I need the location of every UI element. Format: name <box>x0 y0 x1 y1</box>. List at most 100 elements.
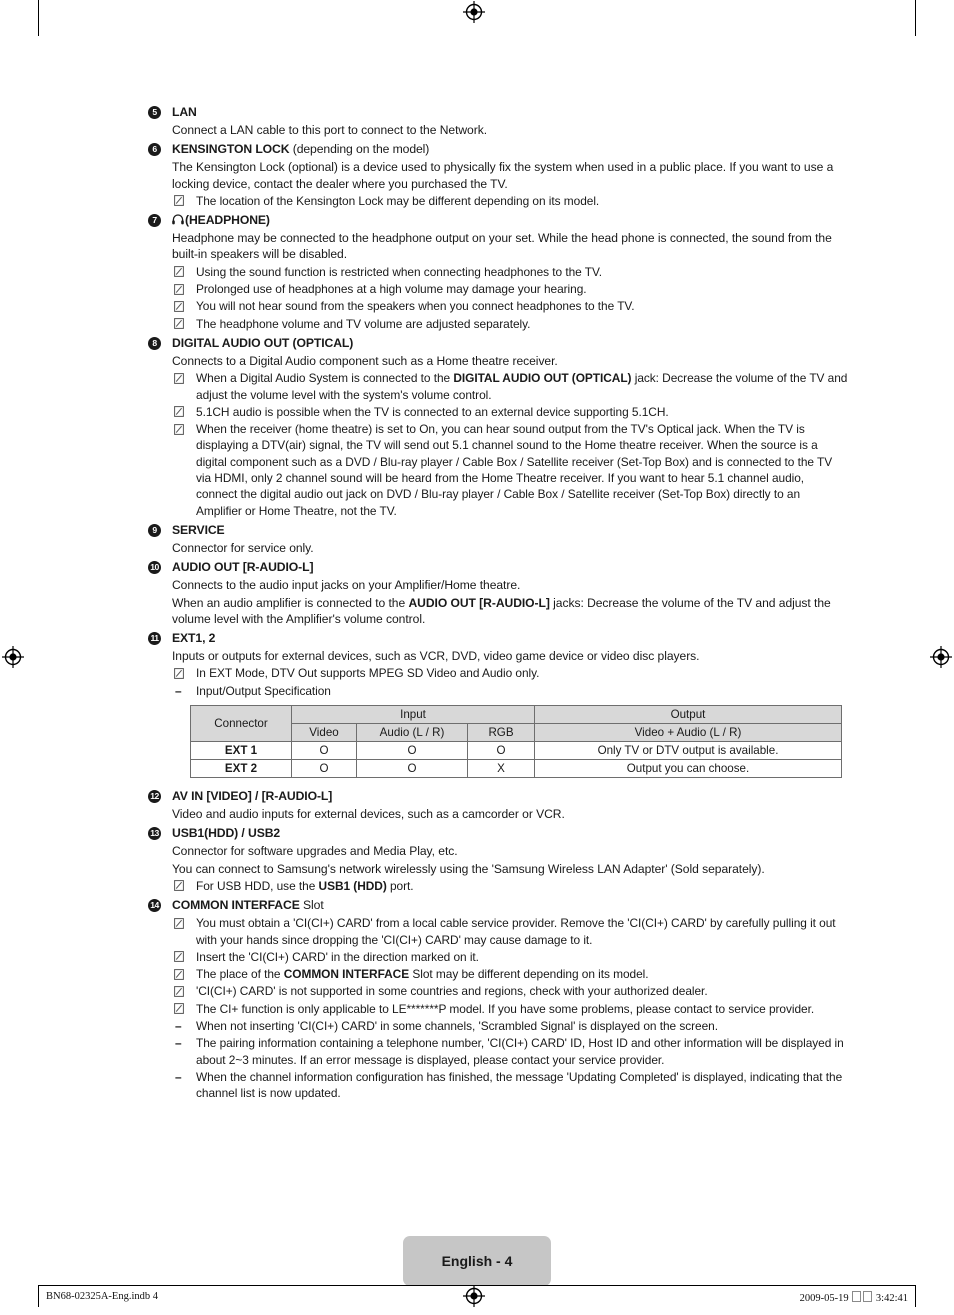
connector-heading: 11 EXT1, 2 <box>148 630 848 647</box>
connector-title: (HEADPHONE) <box>185 213 270 228</box>
note-row: Insert the 'CI(CI+) CARD' in the directi… <box>148 949 848 965</box>
crop-mark-top-left <box>38 0 39 36</box>
dash-row: – The pairing information containing a te… <box>175 1036 844 1067</box>
item-number-badge: 8 <box>148 336 161 350</box>
body-paragraph: Headphone may be connected to the headph… <box>172 231 832 262</box>
item-number-badge: 9 <box>148 523 161 537</box>
footer-date: 2009-05-19 <box>799 1293 849 1304</box>
connector-item: 7 (HEADPHONE) Headphone may be connected t… <box>148 212 848 332</box>
note-icon <box>174 1003 184 1015</box>
note-icon <box>174 283 184 295</box>
footer-tick-right <box>915 1285 916 1307</box>
connector-heading: 5 LAN <box>148 104 848 121</box>
item-number-badge: 5 <box>148 106 161 119</box>
item-number-badge: 10 <box>148 561 161 575</box>
item-number-badge: 11 <box>148 632 161 646</box>
connector-item: 10 AUDIO OUT [R-AUDIO-L] Connects to the a… <box>148 559 848 627</box>
connector-heading: 12 AV IN [VIDEO] / [R-AUDIO-L] <box>148 788 848 805</box>
connector-heading: 7 (HEADPHONE) <box>148 212 848 229</box>
dash-marker-icon: – <box>175 1069 182 1084</box>
note-row: Prolonged use of headphones at a high vo… <box>148 281 848 297</box>
registration-mark-left <box>2 646 24 668</box>
th-audio: Audio (L / R) <box>356 723 468 743</box>
connector-item: 13 USB1(HDD) / USB2 Connector for software… <box>148 825 848 894</box>
table-row: EXT 2 O O X Output you can choose. <box>190 759 842 779</box>
note-icon <box>174 406 184 418</box>
note-row: For USB HDD, use the USB1 (HDD) port. <box>148 878 848 894</box>
note-icon <box>174 300 184 312</box>
dash-marker-icon: – <box>175 1018 182 1033</box>
registration-mark-bottom <box>463 1285 485 1307</box>
connector-heading: 10 AUDIO OUT [R-AUDIO-L] <box>148 559 848 576</box>
cell-video: O <box>291 759 357 779</box>
connector-title: EXT1, 2 <box>172 631 216 646</box>
note-row: In EXT Mode, DTV Out supports MPEG SD Vi… <box>148 665 848 681</box>
note-row: 5.1CH audio is possible when the TV is c… <box>148 404 848 420</box>
page-number-badge: English - 4 <box>403 1236 551 1286</box>
th-rgb: RGB <box>467 723 535 743</box>
connector-item: 12 AV IN [VIDEO] / [R-AUDIO-L] Video and a… <box>148 788 848 822</box>
note-icon <box>174 423 184 435</box>
footer-filename: BN68-02325A-Eng.indb 4 <box>46 1291 158 1302</box>
body-paragraph: Connector for software upgrades and Medi… <box>172 844 458 859</box>
note-row: When a Digital Audio System is connected… <box>148 370 848 403</box>
cell-audio: O <box>356 741 468 761</box>
connector-heading: 8 DIGITAL AUDIO OUT (OPTICAL) <box>148 335 848 352</box>
note-icon <box>174 195 184 207</box>
connector-item: 11 EXT1, 2 Inputs or outputs for external … <box>148 630 848 779</box>
body-paragraph: Connector for service only. <box>172 540 314 555</box>
connector-title-suffix: Slot <box>299 898 324 913</box>
connector-item: 8 DIGITAL AUDIO OUT (OPTICAL) Connects to … <box>148 335 848 519</box>
dash-row: – Input/Output Specification <box>175 683 331 698</box>
note-icon <box>174 917 184 929</box>
th-connector: Connector <box>190 705 292 743</box>
footer-time: 3:42:41 <box>875 1293 908 1304</box>
body-paragraph: Video and audio inputs for external devi… <box>172 807 565 822</box>
note-icon <box>174 668 184 679</box>
dash-row: – When the channel information configurat… <box>175 1069 843 1101</box>
input-output-specification-table: Connector Input Output Video Audio (L / R) RG… <box>190 705 842 779</box>
connector-heading: 9 SERVICE <box>148 522 848 539</box>
cell-audio: O <box>356 759 468 779</box>
note-row: When the receiver (home theatre) is set … <box>148 421 848 519</box>
connector-title: DIGITAL AUDIO OUT (OPTICAL) <box>172 335 354 350</box>
connector-title: SERVICE <box>172 522 225 537</box>
note-row: The location of the Kensington Lock may … <box>148 193 848 209</box>
note-icon <box>174 318 184 330</box>
body-paragraph: Connect a LAN cable to this port to conn… <box>172 123 488 137</box>
note-row: 'CI(CI+) CARD' is not supported in some … <box>148 983 848 999</box>
note-icon <box>174 266 184 278</box>
item-number-badge: 6 <box>148 143 161 157</box>
footer-divider <box>38 1285 916 1286</box>
th-video-audio: Video + Audio (L / R) <box>534 723 842 743</box>
connector-item: 6 KENSINGTON LOCK (depending on the model… <box>148 141 848 209</box>
connector-heading: 13 USB1(HDD) / USB2 <box>148 825 848 842</box>
cell-rgb: O <box>467 741 535 761</box>
headphone-icon <box>172 214 184 225</box>
note-icon <box>174 985 184 997</box>
registration-mark-right <box>930 646 952 668</box>
manual-content: 5 LAN Connect a LAN cable to this port to … <box>148 104 848 1104</box>
connector-heading: 14 COMMON INTERFACE Slot <box>148 897 848 914</box>
body-paragraph: The Kensington Lock (optional) is a devi… <box>172 160 834 191</box>
dash-row: – When not inserting 'CI(CI+) CARD' in so… <box>175 1018 718 1033</box>
connector-title: AV IN [VIDEO] / [R-AUDIO-L] <box>172 789 333 804</box>
body-paragraph: You can connect to Samsung's network wir… <box>172 861 765 876</box>
missing-glyph-icon <box>852 1291 862 1302</box>
connector-title: COMMON INTERFACE <box>172 898 300 913</box>
registration-mark-top <box>463 1 485 23</box>
connector-item: 9 SERVICE Connector for service only. <box>148 522 848 556</box>
item-number-badge: 14 <box>148 899 161 913</box>
table-row: EXT 1 O O O Only TV or DTV output is availab… <box>190 741 842 761</box>
note-row: The place of the COMMON INTERFACE Slot m… <box>148 966 848 982</box>
note-row: The headphone volume and TV volume are a… <box>148 316 848 332</box>
cell-output: Only TV or DTV output is available. <box>534 741 842 761</box>
body-paragraph: When an audio amplifier is connected to … <box>172 595 831 626</box>
cell-connector: EXT 1 <box>190 741 292 761</box>
connector-item: 5 LAN Connect a LAN cable to this port to … <box>148 104 848 138</box>
connector-heading: 6 KENSINGTON LOCK (depending on the model… <box>148 141 848 158</box>
connector-title: KENSINGTON LOCK <box>172 142 290 157</box>
note-row: You will not hear sound from the speaker… <box>148 298 848 314</box>
connector-title: AUDIO OUT [R-AUDIO-L] <box>172 560 314 575</box>
spec-table-container: Connector Input Output Video Audio (L / R) RG… <box>148 705 848 779</box>
